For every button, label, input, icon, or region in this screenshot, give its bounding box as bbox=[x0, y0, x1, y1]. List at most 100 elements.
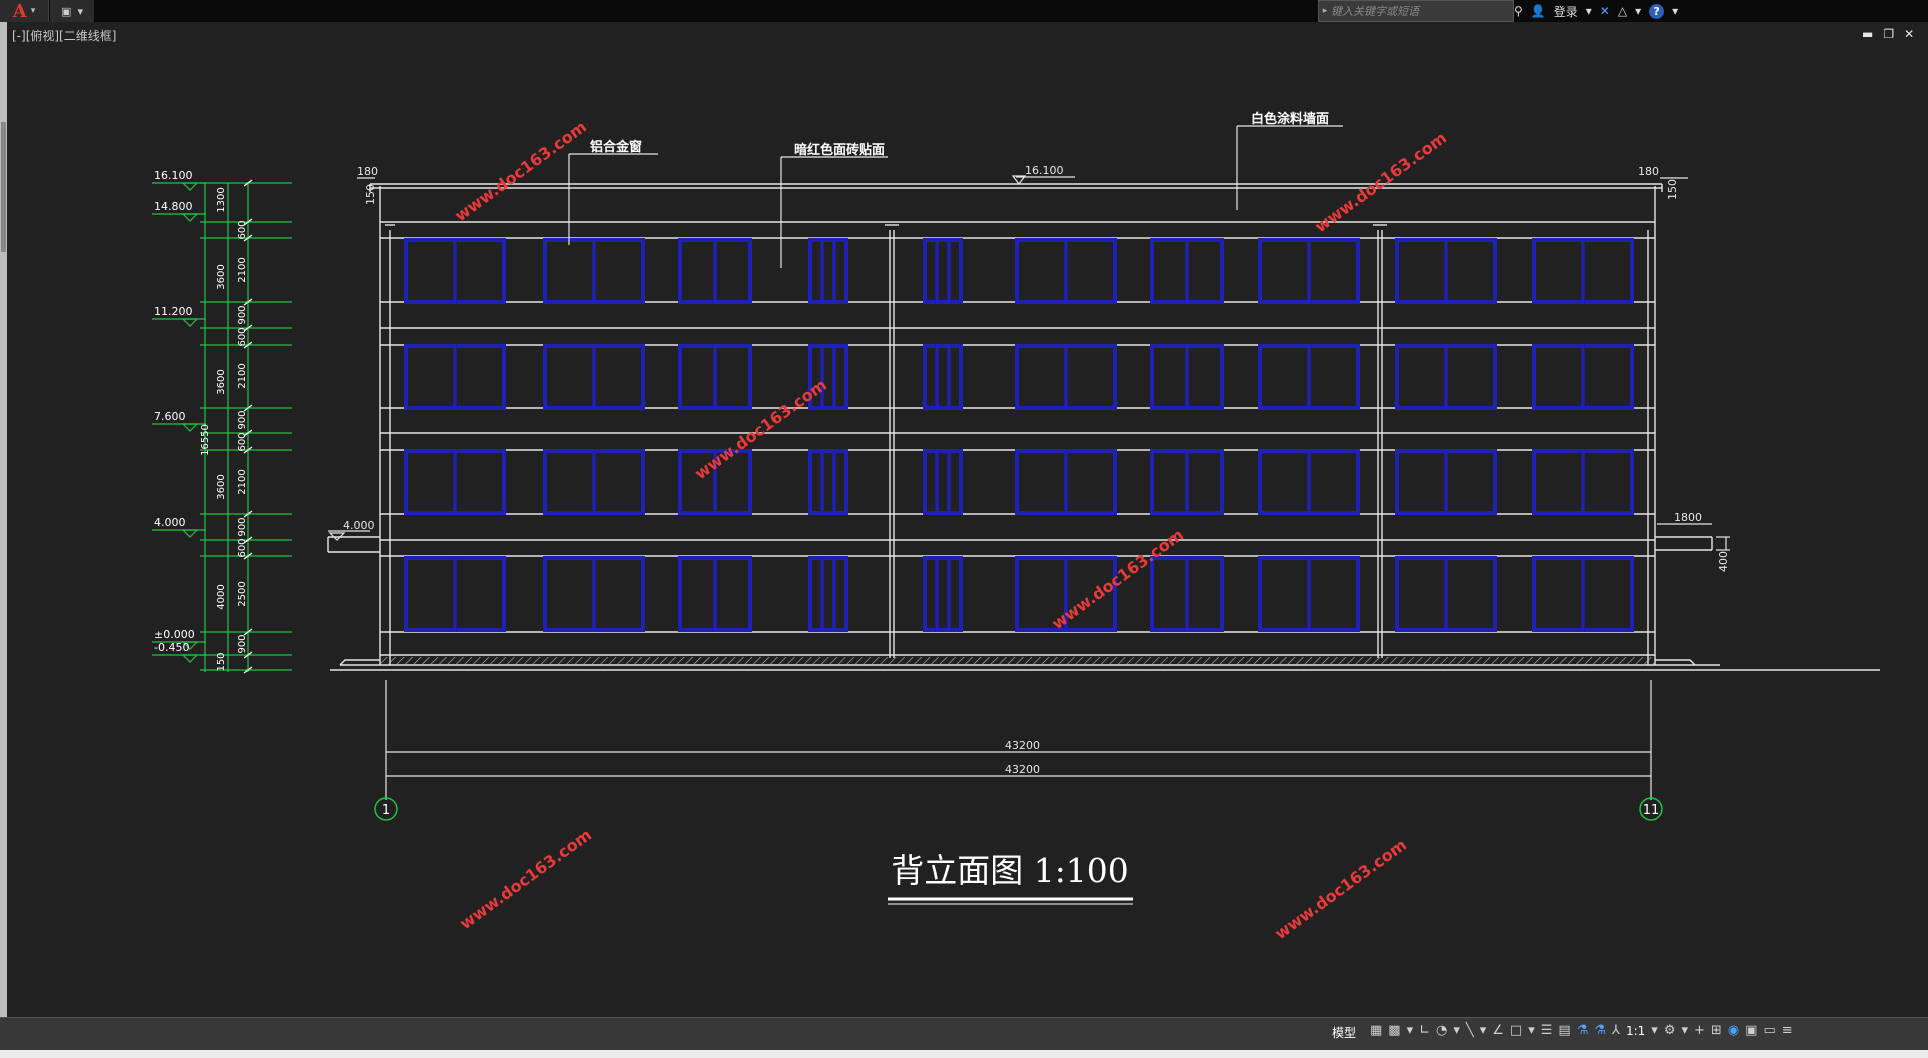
ortho-icon[interactable]: ∟ bbox=[1419, 1023, 1430, 1038]
window bbox=[678, 238, 752, 304]
window bbox=[808, 556, 848, 632]
drawing-title-block: 背立面图 1:100 bbox=[888, 851, 1133, 905]
overall-dim-2: 43200 bbox=[1005, 763, 1040, 776]
dim-180-left: 180 bbox=[357, 165, 378, 178]
drawing-canvas[interactable]: 16.100 14.800 11.200 7.600 4.000 ±0.000-0.450… bbox=[8, 22, 1928, 1016]
dimension-label: 150 bbox=[216, 652, 227, 671]
window bbox=[1532, 556, 1634, 632]
window bbox=[1532, 344, 1634, 410]
isolate-objects-icon[interactable]: ◉ bbox=[1728, 1023, 1739, 1038]
window bbox=[404, 556, 506, 632]
window bbox=[1150, 449, 1224, 515]
dimension-label: 600 bbox=[237, 432, 248, 451]
watermark: www.doc163.com bbox=[456, 825, 595, 933]
window bbox=[923, 556, 963, 632]
model-tab[interactable]: 模型 bbox=[1332, 1024, 1356, 1041]
chevron-down-icon[interactable]: ▾ bbox=[1528, 1023, 1535, 1038]
clean-screen-icon[interactable]: ▭ bbox=[1763, 1023, 1775, 1038]
window bbox=[1395, 556, 1497, 632]
watermark: www.doc163.com bbox=[1311, 128, 1450, 236]
window bbox=[808, 449, 848, 515]
user-icon[interactable]: 👤 bbox=[1531, 4, 1546, 18]
window bbox=[1258, 556, 1360, 632]
annotation-visibility-icon[interactable]: ⚗ bbox=[1577, 1023, 1589, 1038]
left-scroll-edge[interactable] bbox=[0, 22, 7, 1058]
left-elevation-dimensions: 16.100 14.800 11.200 7.600 4.000 ±0.000-0.450… bbox=[152, 169, 292, 674]
window bbox=[1258, 238, 1360, 304]
elevation-label: 14.800 bbox=[154, 200, 193, 213]
elevation-label: 16.100 bbox=[154, 169, 193, 182]
dimension-label: 2100 bbox=[237, 363, 248, 388]
window bbox=[543, 344, 645, 410]
elevation-label: 7.600 bbox=[154, 410, 186, 423]
status-bar: 模型 ▦ ▩ ▾ ∟ ◔ ▾ ╲ ▾ ∠ □ ▾ ☰ ▤ ⚗ ⚗ ⅄ 1:1 ▾… bbox=[0, 1017, 1928, 1050]
ground-hatch bbox=[380, 657, 1655, 666]
window bbox=[1150, 238, 1224, 304]
watermark: www.doc163.com bbox=[1271, 835, 1410, 943]
chevron-down-icon[interactable]: ▾ bbox=[1651, 1023, 1658, 1038]
dimension-label: 2100 bbox=[237, 257, 248, 282]
dimension-label: 4000 bbox=[216, 584, 227, 609]
auto-scale-icon[interactable]: ⚗ bbox=[1594, 1023, 1606, 1038]
elevation-label: -0.450 bbox=[154, 641, 189, 654]
dim-400: 400 bbox=[1717, 551, 1730, 572]
workspace-gear-icon[interactable]: ⚙ bbox=[1664, 1023, 1676, 1038]
canopy-level-label: 4.000 bbox=[343, 519, 375, 532]
save-icon[interactable]: ▣ bbox=[61, 5, 71, 18]
transparency-icon[interactable]: ▤ bbox=[1558, 1023, 1570, 1038]
annotation-scale-value[interactable]: 1:1 bbox=[1626, 1024, 1645, 1038]
scrollbar-thumb[interactable] bbox=[1, 122, 6, 252]
grid-icon[interactable]: ▦ bbox=[1370, 1023, 1382, 1038]
drawing-title: 背立面图 1:100 bbox=[891, 851, 1129, 890]
window bbox=[1015, 449, 1117, 515]
chevron-down-icon[interactable]: ▾ bbox=[1453, 1023, 1460, 1038]
hardware-acceleration-icon[interactable]: ▣ bbox=[1745, 1023, 1757, 1038]
dimension-label: 900 bbox=[237, 517, 248, 536]
window bbox=[1395, 449, 1497, 515]
application-menu-button[interactable]: A ▾ bbox=[0, 0, 49, 22]
polar-icon[interactable]: ◔ bbox=[1436, 1023, 1447, 1038]
window bbox=[808, 238, 848, 304]
customization-icon[interactable]: ≡ bbox=[1782, 1023, 1793, 1038]
a360-icon[interactable]: △ bbox=[1618, 4, 1627, 18]
help-icon[interactable]: ? bbox=[1649, 3, 1665, 19]
annotation-scale-icon[interactable]: ⅄ bbox=[1612, 1023, 1620, 1038]
lineweight-icon[interactable]: ☰ bbox=[1541, 1023, 1553, 1038]
window bbox=[404, 344, 506, 410]
search-box[interactable]: ▸ 键入关键字或短语 bbox=[1318, 0, 1514, 22]
units-icon[interactable]: ⊞ bbox=[1711, 1023, 1722, 1038]
object-snap-tracking-icon[interactable]: ∠ bbox=[1492, 1023, 1504, 1038]
binoculars-icon[interactable]: ⚲ bbox=[1514, 4, 1523, 18]
exchange-icon[interactable]: ✕ bbox=[1600, 4, 1610, 18]
window bbox=[1150, 556, 1224, 632]
chevron-down-icon[interactable]: ▾ bbox=[1586, 4, 1592, 18]
title-bar: A ▾ ▣ ▾ ▸ 键入关键字或短语 ⚲ 👤 登录 ▾ ✕ △ ▾ ? ▾ bbox=[0, 0, 1928, 22]
chevron-down-icon[interactable]: ▾ bbox=[1407, 1023, 1414, 1038]
status-toolbar: ▦ ▩ ▾ ∟ ◔ ▾ ╲ ▾ ∠ □ ▾ ☰ ▤ ⚗ ⚗ ⅄ 1:1 ▾ ⚙ … bbox=[1370, 1023, 1793, 1038]
dimension-label: 900 bbox=[237, 634, 248, 653]
axis-markers: 1 11 bbox=[374, 797, 1663, 821]
chevron-down-icon[interactable]: ▾ bbox=[1635, 4, 1641, 18]
chevron-down-icon[interactable]: ▾ bbox=[77, 5, 83, 18]
quick-access-toolbar[interactable]: ▣ ▾ bbox=[50, 0, 94, 22]
chevron-down-icon[interactable]: ▾ bbox=[1681, 1023, 1688, 1038]
object-snap-icon[interactable]: □ bbox=[1510, 1023, 1522, 1038]
axis-label-11: 11 bbox=[1643, 803, 1660, 818]
plus-icon[interactable]: + bbox=[1694, 1023, 1705, 1038]
dimension-label: 600 bbox=[237, 538, 248, 557]
window bbox=[923, 238, 963, 304]
dimension-label: 1300 bbox=[216, 187, 227, 212]
chevron-down-icon[interactable]: ▾ bbox=[1672, 4, 1678, 18]
expand-arrow-icon[interactable]: ▸ bbox=[1319, 6, 1331, 16]
dim-150-right: 150 bbox=[1666, 179, 1679, 200]
isodraft-icon[interactable]: ╲ bbox=[1466, 1023, 1474, 1038]
chevron-down-icon[interactable]: ▾ bbox=[1480, 1023, 1487, 1038]
login-button[interactable]: 登录 bbox=[1554, 3, 1578, 20]
window bbox=[404, 238, 506, 304]
window-group bbox=[404, 238, 1634, 632]
snap-icon[interactable]: ▩ bbox=[1388, 1023, 1400, 1038]
window bbox=[678, 344, 752, 410]
elevation-label: ±0.000 bbox=[154, 628, 195, 641]
search-input[interactable]: 键入关键字或短语 bbox=[1331, 3, 1419, 19]
window bbox=[1015, 238, 1117, 304]
